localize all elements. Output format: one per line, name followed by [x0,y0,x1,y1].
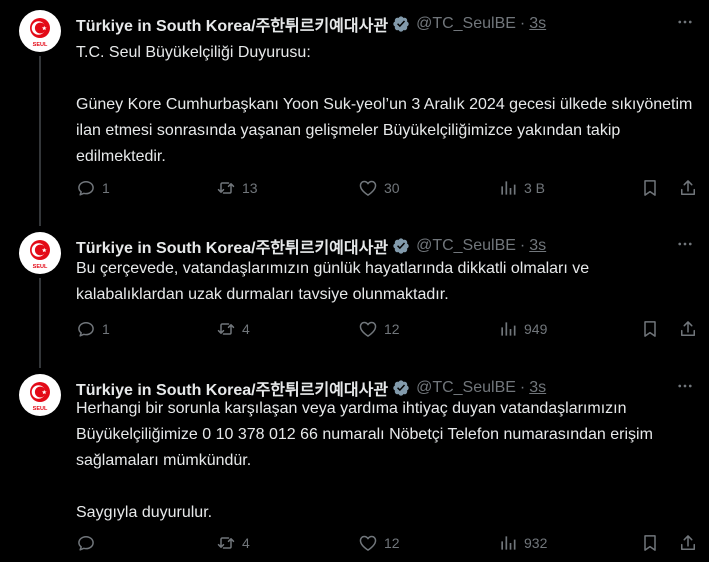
views-icon [501,322,516,336]
bookmark-icon [644,535,656,551]
verified-badge-icon[interactable] [392,15,410,33]
tweet-paragraph: Güney Kore Cumhurbaşkanı Yoon Suk-yeol’u… [76,96,693,165]
avatar[interactable]: SEUL [19,10,61,52]
views-icon [501,536,516,550]
timestamp[interactable]: 3s [529,15,546,33]
views-button[interactable]: 932 [498,531,547,555]
action-bar: 1 13 30 3 B [76,176,695,200]
author-handle[interactable]: @TC_SeulBE [416,379,516,397]
svg-text:SEUL: SEUL [33,264,48,270]
views-count: 932 [524,535,548,551]
views-count: 3 B [524,180,546,196]
author-name[interactable]: Türkiye in South Korea/주한튀르키예대사관 [76,234,388,258]
reply-button[interactable] [76,531,102,555]
tweet[interactable]: SEUL Türkiye in South Korea/주한튀르키예대사관 @T… [0,0,709,226]
like-count: 30 [384,180,400,196]
like-count: 12 [384,321,400,337]
separator-dot: · [519,15,526,32]
timestamp[interactable]: 3s [529,237,546,255]
like-button[interactable]: 30 [358,176,400,200]
thread-connector [39,222,41,226]
bookmark-icon [644,321,656,337]
thread: SEUL Türkiye in South Korea/주한튀르키예대사관 @T… [0,0,709,562]
tweet[interactable]: SEUL Türkiye in South Korea/주한튀르키예대사관 @T… [0,364,709,562]
tweet-header: Türkiye in South Korea/주한튀르키예대사관 @TC_Seu… [76,234,685,258]
author-handle[interactable]: @TC_SeulBE [416,237,516,255]
like-icon [359,535,377,551]
reply-icon [78,322,94,337]
share-icon [681,321,695,336]
share-button[interactable] [678,531,698,555]
repost-button[interactable]: 13 [216,176,258,200]
repost-count: 13 [242,180,258,196]
repost-button[interactable]: 4 [216,531,250,555]
verified-badge-icon[interactable] [392,237,410,255]
share-button[interactable] [678,176,698,200]
tweet-text: Herhangi bir sorunla karşılaşan veya yar… [76,396,696,526]
repost-count: 4 [242,321,250,337]
like-count: 12 [384,535,400,551]
svg-text:SEUL: SEUL [33,406,48,412]
reply-icon [78,181,94,196]
like-button[interactable]: 12 [358,531,400,555]
tweet-text: Bu çerçevede, vatandaşlarımızın günlük h… [76,256,696,308]
embassy-logo: SEUL [30,18,50,48]
bookmark-button[interactable] [640,531,660,555]
author-handle[interactable]: @TC_SeulBE [416,15,516,33]
bookmark-button[interactable] [640,176,660,200]
embassy-logo: SEUL [30,382,50,412]
timestamp[interactable]: 3s [529,379,546,397]
repost-count: 4 [242,535,250,551]
tweet-paragraph: Herhangi bir sorunla karşılaşan veya yar… [76,400,653,469]
repost-button[interactable]: 4 [216,317,250,341]
avatar[interactable]: SEUL [19,232,61,274]
share-button[interactable] [678,317,698,341]
like-icon [359,180,377,196]
views-icon [501,181,516,195]
views-button[interactable]: 3 B [498,176,545,200]
reply-button[interactable]: 1 [76,317,110,341]
tweet-paragraph: T.C. Seul Büyükelçiliği Duyurusu: [76,44,311,61]
verified-badge-icon[interactable] [392,379,410,397]
repost-icon [217,182,235,194]
thread-connector [39,364,41,368]
tweet-paragraph: Bu çerçevede, vatandaşlarımızın günlük h… [76,260,590,303]
author-name[interactable]: Türkiye in South Korea/주한튀르키예대사관 [76,12,388,36]
like-button[interactable]: 12 [358,317,400,341]
reply-count: 1 [102,321,110,337]
repost-icon [217,323,235,335]
action-bar: 1 4 12 949 [76,317,695,341]
svg-text:SEUL: SEUL [33,42,48,48]
share-icon [681,535,695,550]
views-count: 949 [524,321,548,337]
separator-dot: · [519,237,526,254]
avatar[interactable]: SEUL [19,374,61,416]
tweet-paragraph: Saygıyla duyurulur. [76,504,213,521]
views-button[interactable]: 949 [498,317,547,341]
more-icon[interactable] [675,12,695,32]
bookmark-icon [644,180,656,196]
embassy-logo: SEUL [30,240,50,270]
action-bar: 4 12 932 [76,531,695,555]
thread-connector [39,278,41,368]
share-icon [681,180,695,195]
bookmark-button[interactable] [640,317,660,341]
more-icon[interactable] [675,376,695,396]
like-icon [359,321,377,337]
tweet[interactable]: SEUL Türkiye in South Korea/주한튀르키예대사관 @T… [0,222,709,368]
thread-connector [39,56,41,226]
tweet-header: Türkiye in South Korea/주한튀르키예대사관 @TC_Seu… [76,12,685,36]
reply-button[interactable]: 1 [76,176,110,200]
tweet-text: T.C. Seul Büyükelçiliği Duyurusu: Güney … [76,40,696,170]
reply-icon [78,536,94,551]
repost-icon [217,537,235,549]
reply-count: 1 [102,180,110,196]
more-icon[interactable] [675,234,695,254]
separator-dot: · [519,379,526,396]
